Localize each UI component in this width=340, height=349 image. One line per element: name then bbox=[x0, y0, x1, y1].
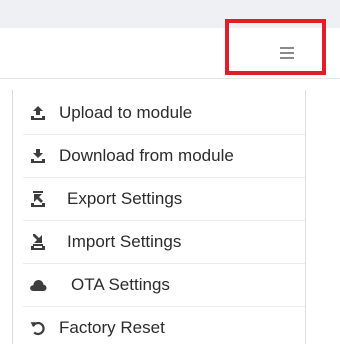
menu-item-upload[interactable]: Upload to module bbox=[13, 92, 305, 134]
menu-item-label: Export Settings bbox=[67, 189, 183, 208]
menu-item-factory-reset[interactable]: Factory Reset bbox=[13, 307, 305, 349]
reset-icon bbox=[29, 319, 47, 337]
download-icon bbox=[29, 147, 47, 165]
upload-icon bbox=[29, 104, 47, 122]
menu-item-export-settings[interactable]: Export Settings bbox=[13, 178, 305, 220]
menu-item-label: Upload to module bbox=[59, 103, 193, 122]
menu-item-ota-settings[interactable]: OTA Settings bbox=[13, 264, 305, 306]
dropdown-menu: Upload to module Download from module Ex… bbox=[12, 90, 306, 344]
export-icon bbox=[29, 190, 47, 208]
cloud-icon bbox=[29, 276, 47, 294]
import-icon bbox=[29, 233, 47, 251]
menu-item-import-settings[interactable]: Import Settings bbox=[13, 221, 305, 263]
header-divider bbox=[0, 78, 340, 79]
menu-item-label: Factory Reset bbox=[59, 318, 165, 337]
top-strip bbox=[0, 0, 340, 28]
menu-item-label: Download from module bbox=[59, 146, 234, 165]
menu-toggle-button[interactable] bbox=[268, 38, 306, 68]
menu-item-label: OTA Settings bbox=[71, 275, 170, 294]
hamburger-menu-icon bbox=[280, 47, 294, 59]
menu-item-download[interactable]: Download from module bbox=[13, 135, 305, 177]
menu-item-label: Import Settings bbox=[67, 232, 182, 251]
